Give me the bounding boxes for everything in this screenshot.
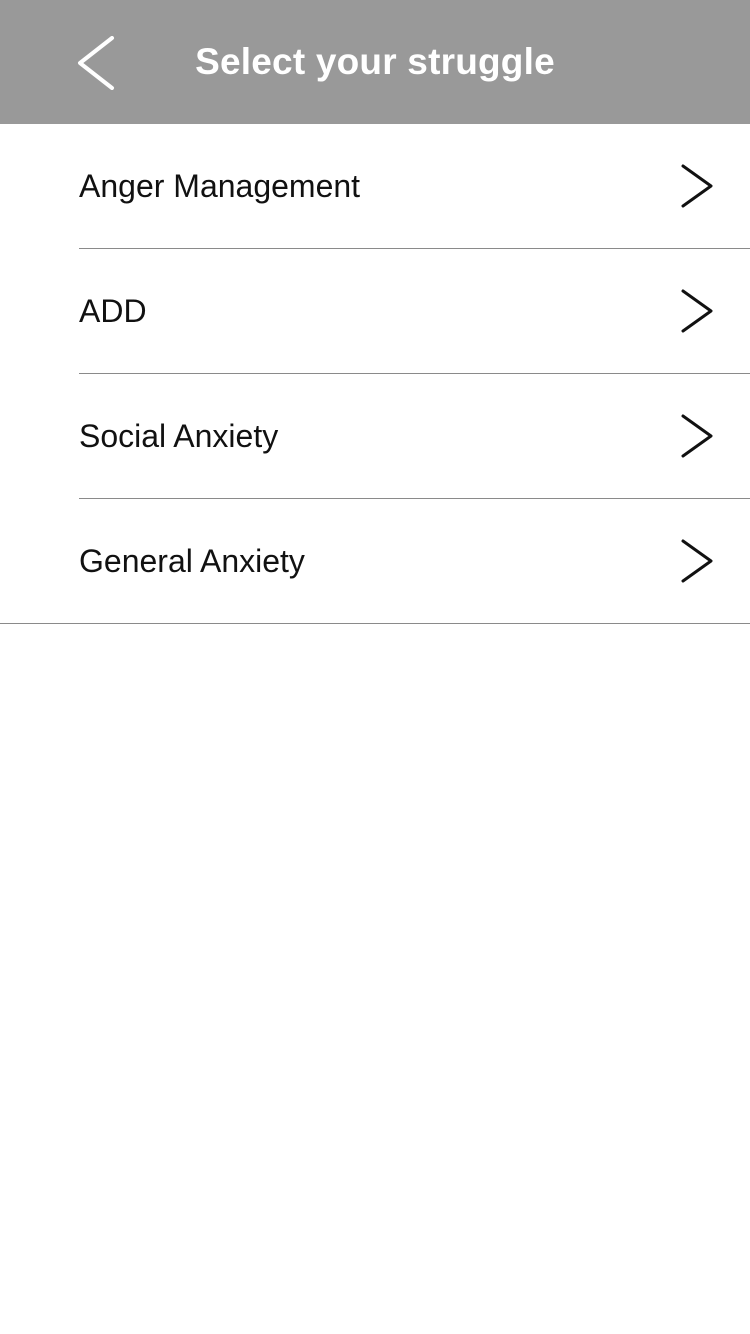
chevron-right-icon <box>681 289 713 333</box>
chevron-left-icon <box>78 36 114 90</box>
header-bar: Select your struggle <box>0 0 750 124</box>
list-item-label: General Anxiety <box>79 543 305 579</box>
list-item-general-anxiety[interactable]: General Anxiety <box>0 499 750 624</box>
list-item-add[interactable]: ADD <box>0 249 750 374</box>
list-divider <box>0 623 750 624</box>
list-item-label: Social Anxiety <box>79 418 279 454</box>
chevron-right-icon <box>681 164 713 208</box>
list-item-label: ADD <box>79 293 147 329</box>
chevron-right-icon <box>681 539 713 583</box>
back-button[interactable] <box>58 24 134 100</box>
struggle-list: Anger Management ADD Social Anxiety Gene… <box>0 124 750 624</box>
chevron-right-icon <box>681 414 713 458</box>
struggle-selection-screen: Select your struggle Anger Management AD… <box>0 0 750 1334</box>
list-item-anger-management[interactable]: Anger Management <box>0 124 750 249</box>
list-item-social-anxiety[interactable]: Social Anxiety <box>0 374 750 499</box>
list-item-label: Anger Management <box>79 168 361 204</box>
